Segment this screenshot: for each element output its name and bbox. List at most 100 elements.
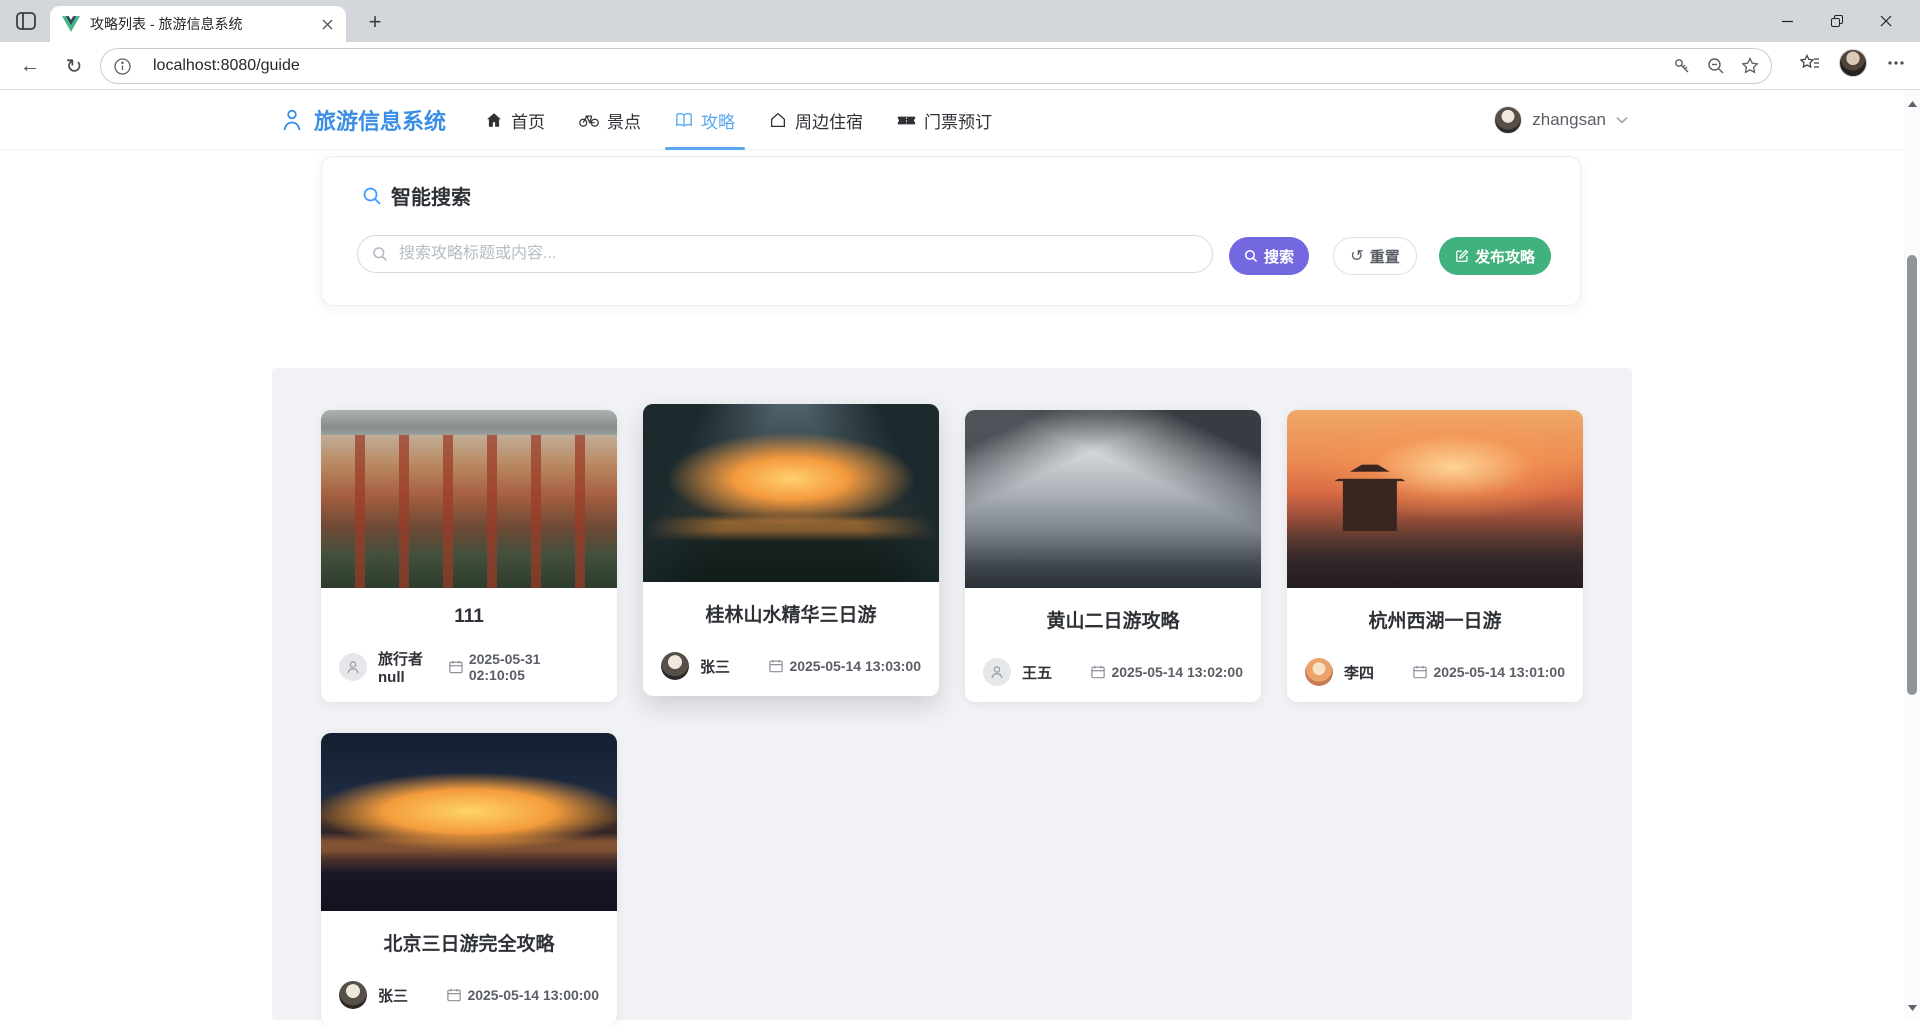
search-input[interactable]: [397, 244, 1212, 264]
tab-title: 攻略列表 - 旅游信息系统: [90, 16, 243, 32]
guide-title: 黄山二日游攻略: [1046, 611, 1180, 632]
tab-actions-menu-button[interactable]: [12, 8, 40, 34]
guide-cover-image: [321, 733, 617, 911]
browser-tab[interactable]: 攻略列表 - 旅游信息系统: [50, 6, 346, 42]
author-avatar: [1305, 658, 1333, 686]
author-name: 旅行者null: [378, 651, 424, 686]
address-bar[interactable]: localhost:8080/guide: [100, 48, 1772, 84]
guide-card[interactable]: 北京三日游完全攻略 张三 2025-05-14 13:00:00: [321, 733, 617, 1025]
nav-item-label: 攻略: [701, 112, 735, 132]
guide-title: 桂林山水精华三日游: [705, 605, 877, 626]
guide-title: 杭州西湖一日游: [1368, 611, 1502, 632]
guide-cover-image: [643, 404, 939, 582]
nav-item-0[interactable]: 首页: [468, 90, 562, 150]
scroll-down-arrow-icon[interactable]: [1904, 1000, 1920, 1016]
guide-card[interactable]: 111 旅行者null 2025-05-31 02:10:05: [321, 410, 617, 702]
guide-meta: 王五 2025-05-14 13:02:00: [983, 658, 1243, 686]
window-restore-button[interactable]: [1812, 0, 1861, 42]
refresh-button[interactable]: ↻: [58, 50, 90, 82]
window-controls: [1763, 0, 1910, 42]
more-options-icon[interactable]: [1882, 49, 1910, 77]
nav-item-4[interactable]: 门票预订: [880, 90, 1009, 150]
nav-item-label: 周边住宿: [795, 112, 863, 132]
search-button-icon: [1244, 249, 1258, 263]
author-avatar: [661, 652, 689, 680]
calendar-icon: [1091, 665, 1106, 679]
guide-cover-image: [1287, 410, 1583, 588]
new-tab-button[interactable]: +: [362, 9, 388, 35]
password-key-icon[interactable]: [1669, 53, 1695, 79]
search-icon: [363, 187, 381, 205]
nav-item-label: 首页: [511, 112, 545, 132]
nav-item-label: 门票预订: [924, 112, 992, 132]
nav-item-1[interactable]: 景点: [562, 90, 658, 150]
nav-item-2[interactable]: 攻略: [658, 90, 752, 150]
guide-card[interactable]: 杭州西湖一日游 李四 2025-05-14 13:01:00: [1287, 410, 1583, 702]
calendar-icon: [769, 659, 784, 673]
browser-toolbar: ← ↻ localhost:8080/guide: [0, 42, 1920, 90]
publish-date: 2025-05-14 13:03:00: [789, 658, 921, 674]
home-icon: [485, 111, 503, 129]
nav-item-label: 景点: [607, 112, 641, 132]
guide-meta: 旅行者null 2025-05-31 02:10:05: [339, 648, 599, 686]
author-avatar: [983, 658, 1011, 686]
publish-date: 2025-05-14 13:00:00: [467, 987, 599, 1003]
stay-house-icon: [769, 111, 787, 129]
ticket-icon: [897, 113, 916, 128]
scrollbar-thumb[interactable]: [1907, 255, 1917, 695]
publish-guide-button[interactable]: 发布攻略: [1439, 237, 1551, 275]
guide-book-icon: [675, 111, 693, 129]
url-text: localhost:8080/guide: [153, 57, 300, 74]
site-info-icon[interactable]: [109, 53, 135, 79]
author-name: 张三: [378, 987, 409, 1005]
author-avatar: [339, 981, 367, 1009]
favorites-bar-icon[interactable]: [1796, 49, 1824, 77]
browser-profile-avatar[interactable]: [1839, 49, 1867, 77]
author-name: 李四: [1344, 664, 1375, 682]
user-avatar: [1494, 106, 1523, 134]
author-name: 王五: [1022, 664, 1053, 682]
window-close-button[interactable]: [1861, 0, 1910, 42]
author-name: 张三: [700, 658, 731, 676]
guide-card[interactable]: 桂林山水精华三日游 张三 2025-05-14 13:03:00: [643, 404, 939, 696]
zoom-out-icon[interactable]: [1703, 53, 1729, 79]
smart-search-panel: 智能搜索 搜索 ↺ 重置 发布攻略: [321, 156, 1581, 306]
reset-icon: ↺: [1350, 248, 1364, 265]
search-section-title: 智能搜索: [362, 181, 471, 210]
guide-meta: 张三 2025-05-14 13:00:00: [339, 981, 599, 1009]
vue-logo-icon: [62, 16, 80, 32]
tab-close-icon[interactable]: [316, 13, 338, 35]
calendar-icon: [447, 988, 462, 1002]
brand-title: 旅游信息系统: [314, 109, 447, 134]
guide-meta: 张三 2025-05-14 13:03:00: [661, 652, 921, 680]
publish-date: 2025-05-31 02:10:05: [468, 651, 541, 683]
guide-cover-image: [965, 410, 1261, 588]
page-scrollbar[interactable]: [1904, 90, 1920, 1020]
main-nav: 首页 景点 攻略 周边住宿 门票预订: [468, 90, 1009, 150]
search-input-wrap: [357, 235, 1213, 273]
nav-item-3[interactable]: 周边住宿: [752, 90, 880, 150]
publish-date: 2025-05-14 13:01:00: [1433, 664, 1565, 680]
guide-cover-image: [321, 410, 617, 588]
guide-meta: 李四 2025-05-14 13:01:00: [1305, 658, 1565, 686]
browser-tab-strip: 攻略列表 - 旅游信息系统 +: [0, 0, 1920, 42]
traveler-person-icon: [283, 109, 301, 131]
window-minimize-button[interactable]: [1763, 0, 1812, 42]
back-button[interactable]: ←: [14, 50, 46, 82]
edit-icon: [1456, 249, 1469, 262]
calendar-icon: [449, 660, 463, 674]
reset-button[interactable]: ↺ 重置: [1333, 237, 1417, 275]
app-header: 旅游信息系统 首页 景点 攻略 周边住宿 门票预订 zhangsan: [0, 90, 1920, 150]
search-button[interactable]: 搜索: [1229, 237, 1309, 275]
scroll-up-arrow-icon[interactable]: [1904, 96, 1920, 112]
author-avatar: [339, 653, 367, 681]
guide-title: 111: [454, 606, 484, 627]
tab-actions-icon: [16, 12, 36, 30]
user-menu[interactable]: zhangsan: [1494, 90, 1628, 150]
guide-card[interactable]: 黄山二日游攻略 王五 2025-05-14 13:02:00: [965, 410, 1261, 702]
publish-date: 2025-05-14 13:02:00: [1111, 664, 1243, 680]
calendar-icon: [1413, 665, 1428, 679]
brand-logo[interactable]: 旅游信息系统: [280, 90, 446, 150]
search-input-icon: [373, 247, 387, 261]
bookmark-star-icon[interactable]: [1737, 53, 1763, 79]
